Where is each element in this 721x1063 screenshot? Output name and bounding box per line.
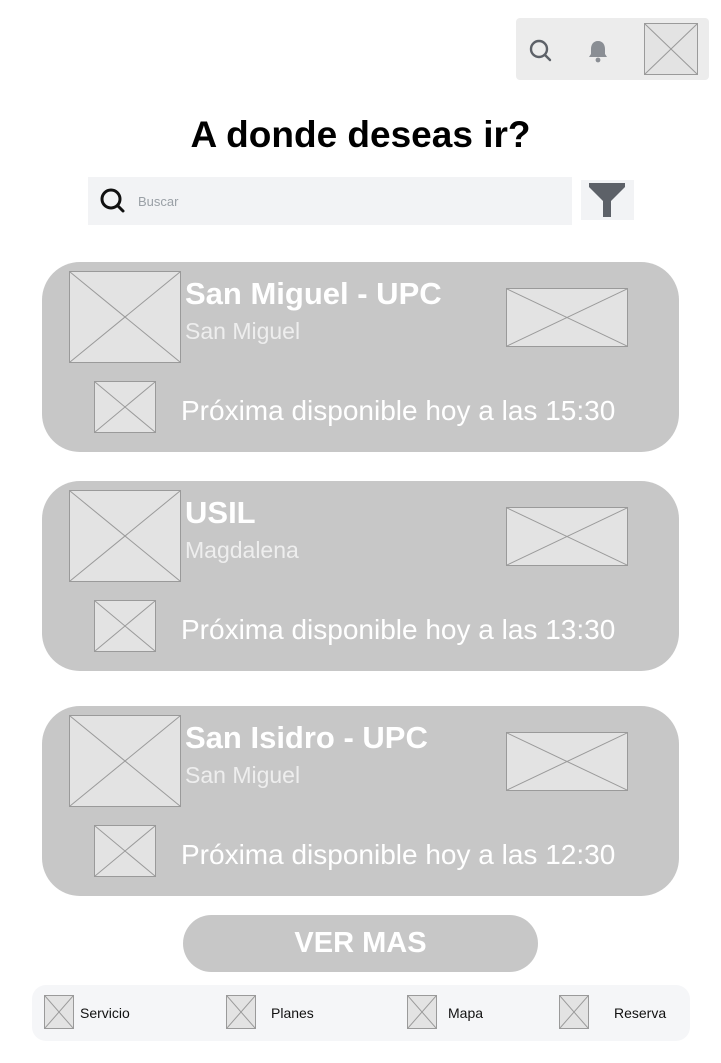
nav-label: Mapa: [448, 1005, 484, 1021]
servicio-icon: [44, 995, 74, 1029]
schedule-icon: [94, 825, 156, 877]
page-title: A donde deseas ir?: [190, 114, 531, 155]
nav-item-reserva[interactable]: Reserva: [559, 985, 684, 1041]
nav-item-mapa[interactable]: Mapa: [407, 985, 517, 1041]
destination-card[interactable]: USIL Magdalena Próxima disponible hoy a …: [42, 481, 679, 671]
bell-icon[interactable]: [585, 38, 611, 64]
bottom-nav: Servicio Planes Mapa Reserva: [32, 985, 690, 1041]
see-more-button[interactable]: VER MAS: [183, 915, 538, 972]
destination-map-image: [506, 732, 628, 791]
destination-name: San Miguel - UPC: [185, 276, 442, 311]
destination-map-image: [506, 507, 628, 566]
planes-icon: [226, 995, 256, 1029]
nav-label: Servicio: [80, 1005, 130, 1021]
nav-item-servicio[interactable]: Servicio: [44, 985, 154, 1041]
destination-name: San Isidro - UPC: [185, 720, 428, 755]
schedule-icon: [94, 600, 156, 652]
destination-image: [69, 271, 181, 363]
destination-location: Magdalena: [185, 537, 299, 563]
nav-label: Planes: [271, 1005, 314, 1021]
avatar[interactable]: [644, 23, 698, 75]
mapa-icon: [407, 995, 437, 1029]
schedule-icon: [94, 381, 156, 433]
destination-card[interactable]: San Miguel - UPC San Miguel Próxima disp…: [42, 262, 679, 452]
nav-label: Reserva: [614, 1005, 667, 1021]
search-input[interactable]: [138, 177, 558, 225]
search-icon[interactable]: [528, 38, 554, 64]
destination-location: San Miguel: [185, 318, 301, 344]
next-available-text: Próxima disponible hoy a las 15:30: [181, 395, 616, 426]
destination-name: USIL: [185, 495, 256, 530]
next-available-text: Próxima disponible hoy a las 13:30: [181, 614, 616, 645]
reserva-icon: [559, 995, 589, 1029]
next-available-text: Próxima disponible hoy a las 12:30: [181, 839, 616, 870]
search-bar: [88, 177, 572, 225]
filter-button[interactable]: [581, 180, 634, 220]
destination-image: [69, 490, 181, 582]
filter-icon: [587, 181, 627, 219]
destination-map-image: [506, 288, 628, 347]
destination-location: San Miguel: [185, 762, 301, 788]
top-bar: [516, 18, 709, 80]
destination-image: [69, 715, 181, 807]
destination-card[interactable]: San Isidro - UPC San Miguel Próxima disp…: [42, 706, 679, 896]
search-icon: [98, 186, 128, 216]
nav-item-planes[interactable]: Planes: [226, 985, 336, 1041]
